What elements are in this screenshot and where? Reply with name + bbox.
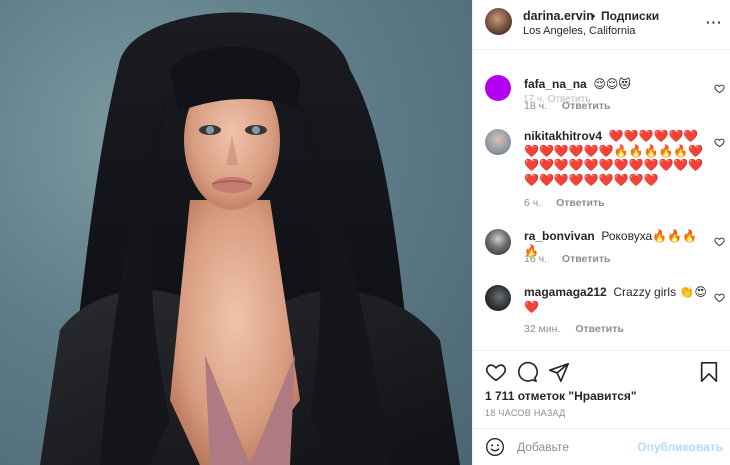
more-options-icon[interactable]: ⋯ (705, 14, 722, 31)
publish-button[interactable]: Опубликовать (637, 440, 723, 454)
comment-icon[interactable] (516, 361, 538, 383)
comment-time[interactable]: 18 ч. (524, 100, 547, 112)
instagram-post-modal: darina.ervin • Подписки Los Angeles, Cal… (0, 0, 730, 465)
comment-item: ra_bonvivan Роковуха🔥🔥🔥🔥 16 ч. Ответить (473, 226, 730, 274)
reply-button[interactable]: Ответить (562, 100, 611, 112)
comment-meta: 18 ч. Ответить (524, 100, 610, 112)
commenter-username[interactable]: magamaga212 (524, 285, 607, 299)
author-avatar[interactable] (485, 8, 512, 35)
separator-dot: • (591, 9, 596, 23)
bookmark-icon[interactable] (699, 361, 719, 383)
comment-time[interactable]: 32 мин. (524, 323, 560, 335)
post-location[interactable]: Los Angeles, California (523, 25, 636, 37)
comment-meta: 6 ч. Ответить (524, 197, 605, 209)
post-photo[interactable] (0, 0, 472, 465)
comment-text: nikitakhitrov4 ❤️❤️❤️❤️❤️❤️❤️❤️❤️❤️❤️❤️🔥… (524, 129, 709, 187)
like-comment-heart-icon[interactable] (714, 236, 725, 247)
comment-input[interactable] (517, 437, 637, 457)
like-comment-heart-icon[interactable] (714, 292, 725, 303)
post-header: darina.ervin • Подписки Los Angeles, Cal… (473, 0, 730, 50)
commenter-username[interactable]: nikitakhitrov4 (524, 129, 602, 143)
comment-body: 😌😌😻 (593, 77, 631, 91)
post-sidebar: darina.ervin • Подписки Los Angeles, Cal… (472, 0, 730, 465)
comment-text: magamaga212 Crazzy girls 👏😍❤️ (524, 285, 709, 314)
comment-meta: 32 мин. Ответить (524, 323, 624, 335)
commenter-avatar[interactable] (485, 229, 511, 255)
commenter-username[interactable]: fafa_na_na (524, 77, 587, 91)
reply-button[interactable]: Ответить (562, 253, 611, 265)
comment-item: magamaga212 Crazzy girls 👏😍❤️ 32 мин. От… (473, 282, 730, 344)
heart-icon[interactable] (485, 361, 507, 383)
comment-text: fafa_na_na 😌😌😻 (524, 77, 709, 92)
comment-item: nikitakhitrov4 ❤️❤️❤️❤️❤️❤️❤️❤️❤️❤️❤️❤️🔥… (473, 126, 730, 218)
post-timestamp[interactable]: 18 ЧАСОВ НАЗАД (485, 408, 566, 418)
comment-time[interactable]: 6 ч. (524, 197, 541, 209)
likes-count[interactable]: 1 711 отметок "Нравится" (485, 389, 637, 403)
share-icon[interactable] (548, 361, 570, 383)
commenter-avatar[interactable] (485, 129, 511, 155)
like-comment-heart-icon[interactable] (714, 83, 725, 94)
commenter-avatar[interactable] (485, 75, 511, 101)
comment-composer: Опубликовать (473, 428, 730, 465)
portrait-image (40, 12, 460, 465)
post-actions: 1 711 отметок "Нравится" 18 ЧАСОВ НАЗАД (473, 350, 730, 432)
commenter-username[interactable]: ra_bonvivan (524, 229, 595, 243)
comment-item: fafa_na_na 😌😌😻 18 ч. Ответить (473, 74, 730, 124)
commenter-avatar[interactable] (485, 285, 511, 311)
reply-button[interactable]: Ответить (556, 197, 605, 209)
like-comment-heart-icon[interactable] (714, 137, 725, 148)
comment-time[interactable]: 16 ч. (524, 253, 547, 265)
comments-list[interactable]: 17 ч. Ответить fafa_na_na 😌😌😻 18 ч. Отве… (473, 50, 730, 350)
following-button[interactable]: Подписки (601, 9, 659, 23)
reply-button[interactable]: Ответить (575, 323, 624, 335)
comment-meta: 16 ч. Ответить (524, 253, 610, 265)
emoji-icon[interactable] (485, 437, 505, 457)
author-username[interactable]: darina.ervin (523, 9, 594, 23)
